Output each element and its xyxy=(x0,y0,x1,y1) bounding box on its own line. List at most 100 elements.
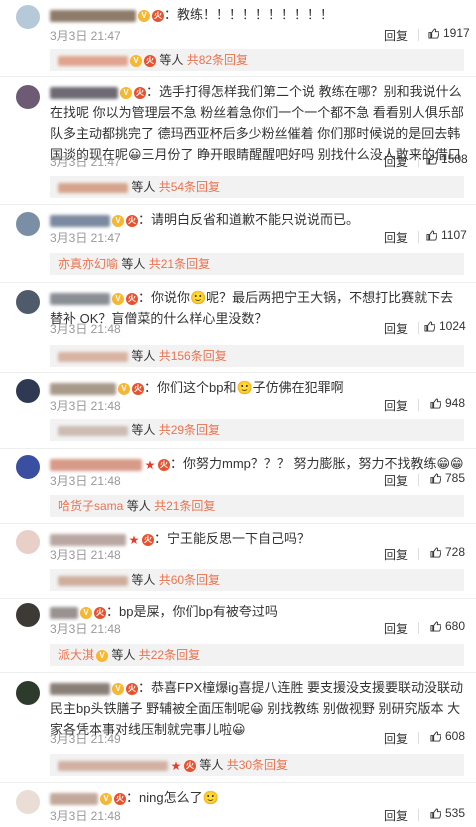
sub-username[interactable]: 哈货子sama xyxy=(58,499,123,513)
avatar[interactable] xyxy=(16,290,40,314)
avatar[interactable] xyxy=(16,790,40,814)
thumb-up-icon xyxy=(430,472,441,484)
thumb-up-icon xyxy=(430,730,441,742)
avatar[interactable] xyxy=(16,212,40,236)
more-replies-link[interactable]: 共22条回复 xyxy=(139,648,200,662)
sub-reply-bar[interactable]: 派大淇 V 等人 共22条回复 xyxy=(50,644,464,666)
comment-text: V 火：教练！！！！！！！！！！ xyxy=(50,4,464,25)
reply-button[interactable]: 回复 xyxy=(384,807,408,824)
sub-username[interactable]: 亦真亦幻喻 xyxy=(58,257,118,271)
avatar[interactable] xyxy=(16,603,40,627)
divider xyxy=(418,809,419,821)
more-replies-link[interactable]: 共29条回复 xyxy=(159,423,220,437)
fire-icon: 火 xyxy=(126,214,138,227)
reply-button[interactable]: 回复 xyxy=(384,397,408,414)
more-replies-link[interactable]: 共60条回复 xyxy=(159,573,220,587)
like-button[interactable]: 785 xyxy=(430,471,465,485)
like-button[interactable]: 1024 xyxy=(424,319,466,333)
username-blurred[interactable] xyxy=(50,458,142,471)
avatar[interactable] xyxy=(16,5,40,29)
comment-text: V 火：ning怎么了🙂 xyxy=(50,787,464,808)
thumb-up-icon xyxy=(430,546,441,558)
reply-button[interactable]: 回复 xyxy=(384,229,408,246)
divider xyxy=(418,155,419,167)
sub-reply-bar[interactable]: 等人 共60条回复 xyxy=(50,569,464,591)
thumb-up-icon xyxy=(430,397,441,409)
avatar[interactable] xyxy=(16,379,40,403)
like-count: 948 xyxy=(445,396,466,410)
star-icon: ★ xyxy=(170,758,182,773)
avatar[interactable] xyxy=(16,85,40,109)
username-blurred[interactable] xyxy=(50,533,126,546)
more-replies-link[interactable]: 共21条回复 xyxy=(149,257,210,271)
more-replies-link[interactable]: 共21条回复 xyxy=(154,499,215,513)
username-blurred[interactable] xyxy=(50,606,78,619)
sub-username[interactable]: 派大淇 xyxy=(58,648,94,662)
sub-reply-bar[interactable]: 哈货子sama 等人 共21条回复 xyxy=(50,495,464,517)
sub-reply-bar[interactable]: 等人 共156条回复 xyxy=(50,345,464,367)
username-blurred[interactable] xyxy=(50,86,118,99)
like-button[interactable]: 608 xyxy=(430,729,465,743)
more-replies-link[interactable]: 共82条回复 xyxy=(187,53,248,67)
star-icon: ★ xyxy=(144,457,156,472)
sub-reply-bar[interactable]: ★ 火 等人 共30条回复 xyxy=(50,754,464,776)
thumb-up-icon xyxy=(424,320,435,332)
reply-button[interactable]: 回复 xyxy=(384,27,408,44)
sub-username-blurred xyxy=(58,575,128,586)
more-replies-link[interactable]: 共156条回复 xyxy=(159,349,227,363)
timestamp: 3月3日 21:48 xyxy=(50,809,121,823)
divider xyxy=(418,622,419,634)
divider xyxy=(418,399,419,411)
username-blurred[interactable] xyxy=(50,792,98,805)
reply-button[interactable]: 回复 xyxy=(384,620,408,637)
username-blurred[interactable] xyxy=(50,382,116,395)
sub-reply-bar[interactable]: 亦真亦幻喻 等人 共21条回复 xyxy=(50,253,464,275)
like-button[interactable]: 680 xyxy=(430,619,465,633)
reply-button[interactable]: 回复 xyxy=(384,546,408,563)
username-blurred[interactable] xyxy=(50,682,110,695)
like-button[interactable]: 948 xyxy=(430,396,465,410)
vip-icon: V xyxy=(130,54,142,67)
timestamp: 3月3日 21:48 xyxy=(50,399,121,413)
fire-icon: 火 xyxy=(132,382,144,395)
more-replies-link[interactable]: 共54条回复 xyxy=(159,180,220,194)
fire-icon: 火 xyxy=(134,86,146,99)
username-blurred[interactable] xyxy=(50,292,110,305)
like-count: 1107 xyxy=(441,228,467,242)
vip-icon: V xyxy=(138,9,150,22)
fire-icon: 火 xyxy=(114,792,126,805)
like-button[interactable]: 728 xyxy=(430,545,465,559)
star-icon: ★ xyxy=(128,532,140,547)
sub-reply-bar[interactable]: 等人 共54条回复 xyxy=(50,176,464,198)
divider xyxy=(418,29,419,41)
like-count: 1508 xyxy=(441,152,468,166)
username-blurred[interactable] xyxy=(50,9,136,22)
reply-button[interactable]: 回复 xyxy=(384,730,408,747)
sub-username-blurred xyxy=(58,182,128,193)
timestamp: 3月3日 21:48 xyxy=(50,548,121,562)
reply-button[interactable]: 回复 xyxy=(384,320,408,337)
sub-reply-bar[interactable]: 等人 共29条回复 xyxy=(50,419,464,441)
vip-icon: V xyxy=(120,86,132,99)
divider xyxy=(418,474,419,486)
avatar[interactable] xyxy=(16,530,40,554)
avatar[interactable] xyxy=(16,455,40,479)
reply-button[interactable]: 回复 xyxy=(384,472,408,489)
like-count: 535 xyxy=(445,806,466,820)
username-blurred[interactable] xyxy=(50,214,110,227)
vip-icon: V xyxy=(80,606,92,619)
reply-button[interactable]: 回复 xyxy=(384,153,408,170)
like-button[interactable]: 1917 xyxy=(428,26,470,40)
like-button[interactable]: 1107 xyxy=(426,228,467,242)
sub-reply-bar[interactable]: V火 等人 共82条回复 xyxy=(50,49,464,71)
like-button[interactable]: 1508 xyxy=(426,152,468,166)
avatar[interactable] xyxy=(16,681,40,705)
fire-icon: 火 xyxy=(94,606,106,619)
divider xyxy=(418,322,419,334)
timestamp: 3月3日 21:49 xyxy=(50,732,121,746)
fire-icon: 火 xyxy=(158,458,170,471)
more-replies-link[interactable]: 共30条回复 xyxy=(227,758,288,772)
like-button[interactable]: 535 xyxy=(430,806,465,820)
timestamp: 3月3日 21:47 xyxy=(50,155,121,169)
vip-icon: V xyxy=(118,382,130,395)
